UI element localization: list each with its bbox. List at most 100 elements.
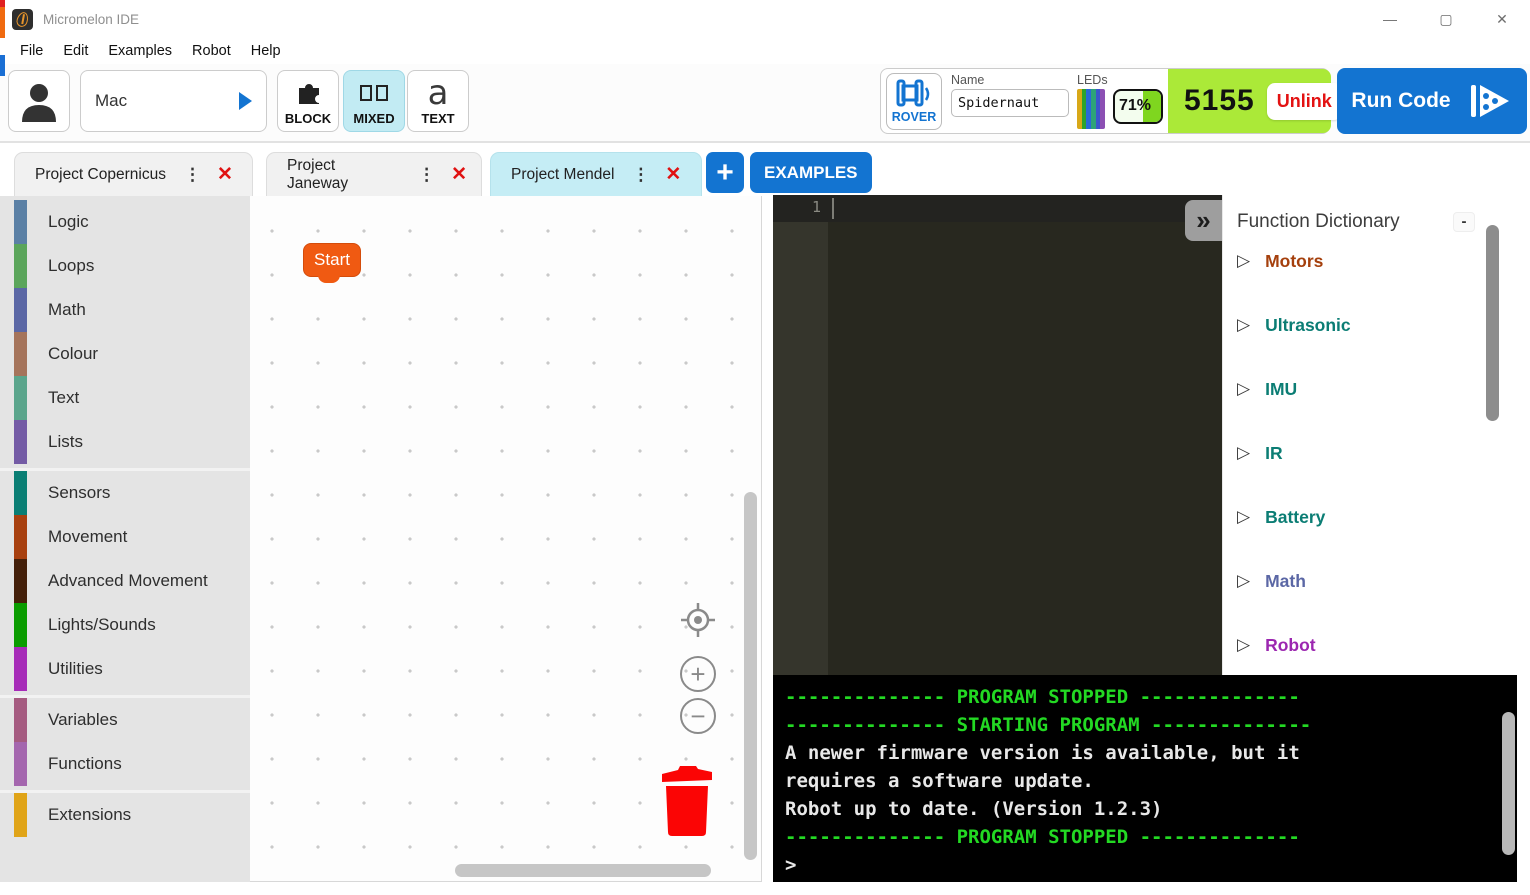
add-project-tab-button[interactable]: + (706, 152, 744, 193)
trash-drop-target[interactable] (658, 762, 716, 843)
category-label: Lists (48, 432, 83, 452)
dictionary-item-label: Math (1265, 571, 1306, 592)
tab-close-icon[interactable]: ✕ (665, 163, 681, 186)
dropdown-play-arrow-icon (239, 92, 252, 110)
dictionary-item-ultrasonic[interactable]: ▷ Ultrasonic (1223, 293, 1517, 357)
robot-console[interactable]: -------------- PROGRAM STOPPED ---------… (773, 675, 1517, 882)
palette-category-movement[interactable]: Movement (0, 515, 250, 559)
tab-close-icon[interactable]: ✕ (451, 163, 467, 186)
canvas-horizontal-scrollbar[interactable] (455, 864, 711, 877)
category-label: Math (48, 300, 86, 320)
expand-triangle-icon[interactable]: ▷ (1237, 315, 1250, 335)
menu-item-robot[interactable]: Robot (182, 41, 241, 61)
category-color-bar (14, 376, 27, 420)
mode-button-mixed[interactable]: MIXED (343, 70, 405, 132)
dictionary-item-label: Ultrasonic (1265, 315, 1351, 336)
expand-triangle-icon[interactable]: ▷ (1237, 635, 1250, 655)
edge-sliver-blue (0, 55, 5, 76)
palette-category-functions[interactable]: Functions (0, 742, 250, 786)
dictionary-scrollbar[interactable] (1486, 225, 1499, 421)
expand-triangle-icon[interactable]: ▷ (1237, 251, 1250, 271)
tab-label: Project Janeway (287, 157, 400, 193)
console-line: Robot up to date. (Version 1.2.3) (785, 795, 1517, 823)
category-label: Loops (48, 256, 94, 276)
expand-triangle-icon[interactable]: ▷ (1237, 571, 1250, 591)
maximize-button[interactable]: ▢ (1418, 0, 1474, 38)
tab-close-icon[interactable]: ✕ (217, 163, 233, 186)
category-color-bar (14, 515, 27, 559)
palette-category-variables[interactable]: Variables (0, 698, 250, 742)
code-editor[interactable]: 1 (773, 195, 1222, 675)
palette-group-3: Extensions (0, 793, 250, 841)
unlink-button[interactable]: Unlink (1267, 83, 1342, 120)
dictionary-header: Function Dictionary - (1237, 211, 1503, 233)
minimize-button[interactable]: — (1362, 0, 1418, 38)
block-canvas[interactable]: Start + − (250, 196, 762, 882)
palette-category-sensors[interactable]: Sensors (0, 471, 250, 515)
expand-triangle-icon[interactable]: ▷ (1237, 379, 1250, 399)
console-scrollbar[interactable] (1502, 712, 1515, 855)
category-color-bar (14, 332, 27, 376)
tab-menu-kebab-icon[interactable]: ⋮ (418, 165, 435, 185)
mode-button-block[interactable]: BLOCK (277, 70, 339, 132)
led-color-strip (1077, 89, 1105, 129)
palette-category-colour[interactable]: Colour (0, 332, 250, 376)
letter-a-icon: a (428, 77, 449, 109)
run-code-button[interactable]: Run Code (1337, 68, 1527, 134)
menu-item-help[interactable]: Help (241, 41, 291, 61)
double-chevron-right-icon: » (1196, 205, 1210, 236)
tab-menu-kebab-icon[interactable]: ⋮ (632, 165, 649, 185)
dictionary-item-motors[interactable]: ▷ Motors (1223, 229, 1517, 293)
palette-category-lists[interactable]: Lists (0, 420, 250, 464)
dictionary-item-battery[interactable]: ▷Battery (1223, 485, 1517, 549)
menu-item-file[interactable]: File (10, 41, 53, 61)
palette-group-1: SensorsMovement Advanced Movement Lights/S… (0, 471, 250, 698)
dictionary-item-label: IMU (1265, 379, 1297, 400)
category-label: Advanced Movement (48, 571, 208, 591)
zoom-in-button[interactable]: + (680, 656, 716, 692)
dictionary-item-label: Motors (1265, 251, 1323, 272)
menu-item-examples[interactable]: Examples (98, 41, 182, 61)
palette-category-advanced-movement[interactable]: Advanced Movement (0, 559, 250, 603)
category-color-bar (14, 559, 27, 603)
palette-category-loops[interactable]: Loops (0, 244, 250, 288)
dictionary-item-robot[interactable]: ▷Robot (1223, 613, 1517, 675)
expand-triangle-icon[interactable]: ▷ (1237, 443, 1250, 463)
dictionary-item-ir[interactable]: ▷IR (1223, 421, 1517, 485)
palette-category-extensions[interactable]: Extensions (0, 793, 250, 837)
canvas-vertical-scrollbar[interactable] (744, 492, 757, 860)
battery-percent: 71% (1119, 97, 1151, 115)
user-account-button[interactable] (8, 70, 70, 132)
tab-project-mendel[interactable]: Project Mendel⋮✕ (490, 152, 702, 196)
robot-name-input[interactable] (951, 89, 1069, 117)
zoom-out-button[interactable]: − (680, 698, 716, 734)
start-block-notch (318, 275, 340, 283)
user-avatar-icon (19, 80, 59, 122)
mode-button-label: MIXED (353, 111, 394, 126)
palette-category-logic[interactable]: Logic (0, 200, 250, 244)
palette-category-text[interactable]: Text (0, 376, 250, 420)
minus-icon: − (690, 701, 705, 732)
center-view-button[interactable] (680, 602, 716, 638)
block-palette-sidebar: Logic Loops Math Colour Text Lists SensorsMove… (0, 196, 250, 882)
examples-button[interactable]: EXAMPLES (750, 152, 872, 193)
project-selector-dropdown[interactable]: Mac (80, 70, 267, 132)
leds-indicator: LEDs (1077, 73, 1108, 129)
palette-category-math[interactable]: Math (0, 288, 250, 332)
dictionary-item-imu[interactable]: ▷ IMU (1223, 357, 1517, 421)
palette-category-lights-sounds[interactable]: Lights/Sounds (0, 603, 250, 647)
tab-project-copernicus[interactable]: Project Copernicus⋮✕ (14, 152, 253, 196)
category-label: Text (48, 388, 79, 408)
expand-triangle-icon[interactable]: ▷ (1237, 507, 1250, 527)
dictionary-item-math[interactable]: ▷ Math (1223, 549, 1517, 613)
tab-menu-kebab-icon[interactable]: ⋮ (184, 165, 201, 185)
dictionary-minimize-button[interactable]: - (1453, 212, 1475, 232)
palette-category-utilities[interactable]: Utilities (0, 647, 250, 691)
close-button[interactable]: ✕ (1474, 0, 1530, 38)
rover-type-button[interactable]: ROVER (886, 73, 942, 130)
mode-button-text[interactable]: aTEXT (407, 70, 469, 132)
dictionary-collapse-button[interactable]: » (1185, 200, 1222, 241)
tab-project-janeway[interactable]: Project Janeway ⋮ ✕ (266, 152, 482, 196)
start-block[interactable]: Start (303, 243, 361, 277)
menu-item-edit[interactable]: Edit (53, 41, 98, 61)
